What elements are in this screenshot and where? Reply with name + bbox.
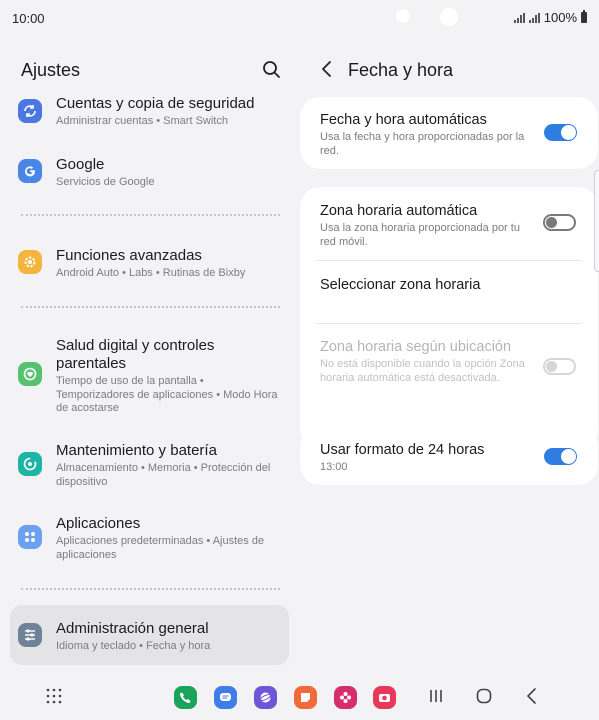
date-time-pane: Fecha y hora Fecha y hora automáticas Us… — [299, 34, 599, 670]
settings-item-title: Mantenimiento y batería — [56, 442, 217, 459]
recents-icon — [430, 690, 442, 702]
row-separator — [317, 260, 582, 261]
auto-datetime-toggle[interactable] — [544, 124, 577, 141]
star-gear-icon — [18, 250, 42, 274]
toggle-knob — [561, 125, 576, 140]
auto-datetime-desc: Usa la fecha y hora proporcionadas por l… — [320, 131, 525, 157]
google-icon — [18, 159, 42, 183]
settings-list-pane: Ajustes Cuentas y copia de seguridad Adm… — [0, 34, 299, 670]
internet-app-icon[interactable] — [254, 686, 277, 709]
select-timezone-row[interactable]: Seleccionar zona horaria — [320, 276, 582, 306]
settings-item-title: Aplicaciones — [56, 515, 141, 532]
settings-title: Ajustes — [21, 60, 81, 80]
camera-app-icon[interactable] — [373, 686, 396, 709]
format24-label: Usar formato de 24 horas — [320, 442, 485, 458]
settings-item-maintenance[interactable]: Mantenimiento y batería Almacenamiento •… — [10, 440, 289, 490]
signal-icon-2 — [528, 12, 540, 23]
app-drawer-button[interactable] — [45, 687, 65, 707]
settings-item-title: Salud digital y controles parentales — [56, 337, 215, 372]
format24-value: 13:00 — [320, 461, 348, 473]
format24-row[interactable]: Usar formato de 24 horas 13:00 — [320, 441, 582, 475]
home-icon — [476, 688, 492, 704]
auto-timezone-toggle[interactable] — [543, 214, 576, 231]
back-button[interactable] — [316, 58, 338, 80]
settings-item-subtitle: Administrar cuentas • Smart Switch — [56, 115, 228, 127]
auto-datetime-card: Fecha y hora automáticas Usa la fecha y … — [300, 97, 598, 169]
format24-card: Usar formato de 24 horas 13:00 — [300, 427, 598, 485]
auto-timezone-label: Zona horaria automática — [320, 203, 478, 219]
auto-datetime-label: Fecha y hora automáticas — [320, 112, 487, 128]
chevron-left-icon — [322, 61, 331, 77]
sliders-icon — [18, 623, 42, 647]
page-title: Fecha y hora — [348, 60, 454, 80]
settings-item-accounts[interactable]: Cuentas y copia de seguridad Administrar… — [10, 88, 289, 134]
home-button[interactable] — [475, 687, 495, 707]
settings-item-subtitle: Servicios de Google — [56, 176, 155, 188]
heart-circle-icon — [18, 362, 42, 386]
search-button[interactable] — [261, 59, 283, 81]
settings-item-subtitle: Almacenamiento • Memoria • Protección de… — [56, 462, 271, 488]
format24-toggle[interactable] — [544, 448, 577, 465]
recents-button[interactable] — [427, 687, 447, 707]
apps-grid-icon — [18, 525, 42, 549]
search-icon — [263, 61, 280, 78]
toggle-knob — [561, 449, 576, 464]
nav-back-button[interactable] — [523, 687, 543, 707]
section-divider — [21, 214, 280, 216]
notes-app-icon[interactable] — [294, 686, 317, 709]
settings-item-google[interactable]: Google Servicios de Google — [10, 150, 289, 194]
camera-dot-icon — [396, 9, 410, 23]
section-divider — [21, 588, 280, 590]
select-timezone-label: Seleccionar zona horaria — [320, 277, 481, 293]
section-divider — [21, 306, 280, 308]
location-timezone-row: Zona horaria según ubicación No está dis… — [320, 338, 582, 385]
status-time: 10:00 — [12, 11, 45, 26]
toggle-knob — [546, 217, 557, 228]
messages-app-icon[interactable] — [214, 686, 237, 709]
settings-item-general-management[interactable]: Administración general Idioma y teclado … — [10, 605, 289, 665]
grid-dots-icon — [46, 688, 62, 704]
refresh-circle-icon — [18, 452, 42, 476]
toggle-knob — [546, 361, 557, 372]
settings-item-title: Administración general — [56, 620, 209, 637]
battery-icon — [581, 10, 587, 23]
settings-item-subtitle: Android Auto • Labs • Rutinas de Bixby — [56, 267, 246, 279]
settings-item-advanced[interactable]: Funciones avanzadas Android Auto • Labs … — [10, 240, 289, 284]
auto-datetime-row[interactable]: Fecha y hora automáticas Usa la fecha y … — [320, 111, 582, 158]
row-separator — [317, 323, 582, 324]
sync-icon — [18, 99, 42, 123]
camera-lens-icon — [440, 8, 458, 26]
settings-item-apps[interactable]: Aplicaciones Aplicaciones predeterminada… — [10, 512, 289, 564]
edge-panel-handle[interactable] — [594, 170, 599, 272]
location-timezone-desc: No está disponible cuando la opción Zona… — [320, 358, 525, 384]
location-timezone-label: Zona horaria según ubicación — [320, 339, 512, 355]
status-indicators: 100% — [513, 10, 587, 25]
gallery-app-icon[interactable] — [334, 686, 357, 709]
timezone-card: Zona horaria automática Usa la zona hora… — [300, 187, 598, 449]
settings-item-subtitle: Tiempo de uso de la pantalla • Temporiza… — [56, 375, 278, 414]
settings-item-title: Google — [56, 156, 105, 173]
location-timezone-toggle — [543, 358, 576, 375]
navigation-bar — [0, 670, 599, 720]
phone-app-icon[interactable] — [174, 686, 197, 709]
settings-item-title: Funciones avanzadas — [56, 247, 202, 264]
settings-item-digital-wellbeing[interactable]: Salud digital y controles parentales Tie… — [10, 336, 289, 416]
back-icon — [526, 688, 536, 704]
settings-item-subtitle: Idioma y teclado • Fecha y hora — [56, 640, 211, 652]
status-bar: 10:00 100% — [0, 0, 599, 34]
settings-item-subtitle: Aplicaciones predeterminadas • Ajustes d… — [56, 535, 265, 561]
signal-icon — [513, 12, 525, 23]
auto-timezone-desc: Usa la zona horaria proporcionada por tu… — [320, 222, 520, 248]
settings-item-title: Cuentas y copia de seguridad — [56, 95, 255, 112]
battery-percent: 100% — [543, 10, 577, 25]
